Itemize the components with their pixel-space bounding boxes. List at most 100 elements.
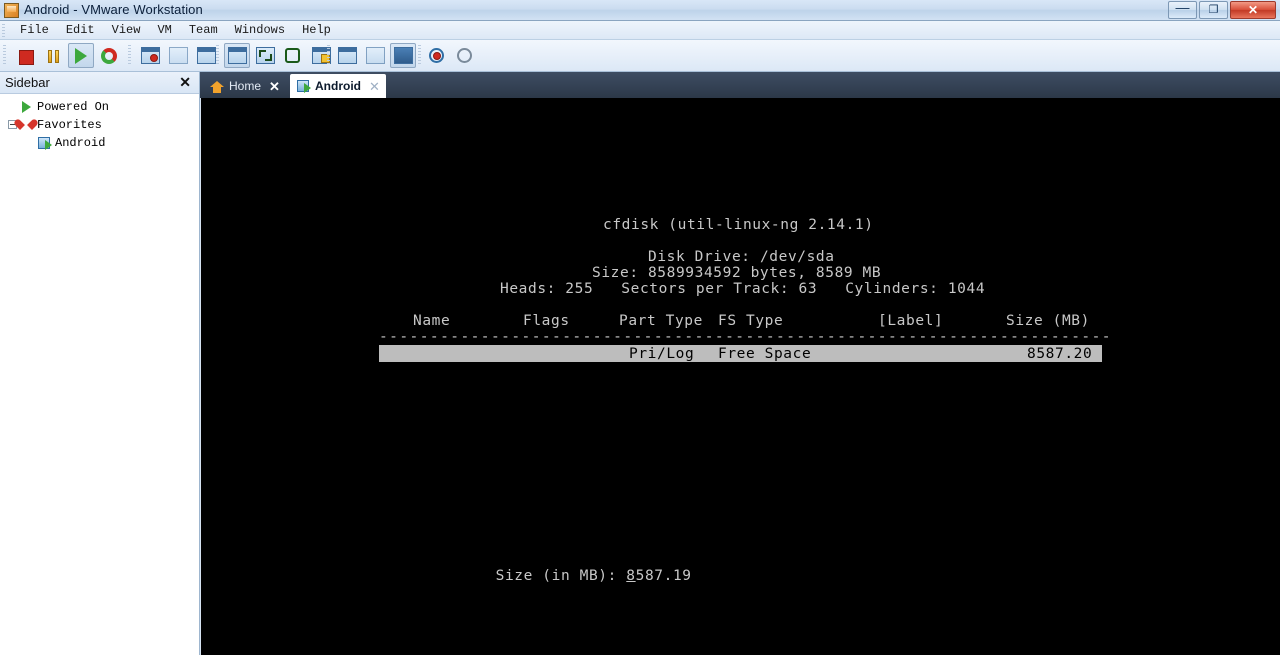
window-titlebar: Android - VMware Workstation — ❐ ✕ — [0, 0, 1280, 21]
column-header-size: Size (MB) — [1006, 313, 1090, 329]
snapshot-add-icon — [141, 47, 160, 64]
row-size: 8587.20 — [1027, 346, 1093, 362]
summary-view-button[interactable] — [362, 43, 388, 68]
tab-close-icon[interactable]: ✕ — [369, 80, 380, 93]
reset-icon — [101, 48, 117, 64]
sidebar-item-label: Android — [55, 136, 106, 150]
size-prompt-cursor[interactable]: 8 — [626, 568, 635, 584]
revert-snapshot-button[interactable] — [165, 43, 191, 68]
sidebar-title: Sidebar — [5, 75, 50, 90]
console-icon — [228, 47, 247, 64]
menu-item-file[interactable]: File — [12, 22, 58, 38]
tab-android[interactable]: Android ✕ — [290, 74, 386, 98]
tab-home[interactable]: Home ✕ — [204, 74, 286, 98]
menu-item-vm[interactable]: VM — [149, 22, 180, 38]
close-icon: ✕ — [1247, 3, 1259, 17]
home-icon — [209, 78, 225, 94]
take-snapshot-button[interactable] — [137, 43, 163, 68]
tab-close-icon[interactable]: ✕ — [269, 80, 280, 93]
column-header-label: [Label] — [878, 313, 944, 329]
toolbar-grip-2[interactable] — [128, 45, 131, 66]
window-controls: — ❐ ✕ — [1168, 0, 1276, 19]
window-title: Android - VMware Workstation — [24, 2, 203, 17]
sidebar-left-icon — [429, 48, 444, 63]
sidebar-item-android[interactable]: Android — [0, 134, 199, 152]
windows-icon — [394, 47, 413, 64]
menu-item-windows[interactable]: Windows — [227, 22, 294, 38]
show-sidebar-button[interactable] — [424, 43, 450, 68]
disk-size-line: Size: 8589934592 bytes, 8589 MB — [592, 265, 882, 281]
vm-settings-button[interactable] — [334, 43, 360, 68]
size-prompt: Size (in MB): 8587.19 — [421, 552, 692, 600]
tab-label: Android — [315, 79, 361, 93]
vm-tree: Powered On Favorites Android — [0, 94, 199, 152]
menu-item-view[interactable]: View — [104, 22, 150, 38]
toolbar-group-sidebar — [424, 43, 478, 68]
thumbnail-bar-icon — [457, 48, 472, 63]
fit-guest-icon — [256, 47, 275, 64]
fit-guest-button[interactable] — [252, 43, 278, 68]
red-heart-icon — [18, 117, 34, 133]
row-fs-type: Free Space — [718, 346, 812, 362]
sidebar-close-icon[interactable]: ✕ — [179, 74, 191, 90]
cfdisk-program-title: cfdisk (util-linux-ng 2.14.1) — [603, 217, 874, 233]
toolbar-group-snapshot — [137, 43, 219, 68]
vm-icon — [36, 135, 52, 151]
toolbar-group-view — [224, 43, 334, 68]
cfdisk-terminal: cfdisk (util-linux-ng 2.14.1) Disk Drive… — [201, 98, 1280, 655]
wrench-icon — [338, 47, 357, 64]
sidebar-header: Sidebar ✕ — [0, 72, 199, 94]
play-icon — [75, 48, 87, 64]
toolbar-grip-5[interactable] — [418, 45, 421, 66]
snapshot-revert-icon — [169, 47, 188, 64]
restore-icon: ❐ — [1208, 4, 1219, 16]
pause-icon — [47, 50, 60, 63]
vm-icon — [295, 78, 311, 94]
restore-button[interactable]: ❐ — [1199, 1, 1228, 19]
stop-icon — [19, 50, 34, 65]
vmware-icon — [4, 3, 19, 18]
column-header-name: Name — [413, 313, 451, 329]
table-separator: ----------------------------------------… — [379, 329, 1112, 345]
row-part-type: Pri/Log — [629, 346, 695, 362]
toolbar-grip-1[interactable] — [3, 45, 6, 66]
summary-icon — [366, 47, 385, 64]
minimize-button[interactable]: — — [1168, 0, 1197, 19]
menu-item-team[interactable]: Team — [181, 22, 227, 38]
menu-item-edit[interactable]: Edit — [58, 22, 104, 38]
power-off-button[interactable] — [12, 43, 38, 68]
sidebar-item-favorites[interactable]: Favorites — [0, 116, 199, 134]
toolbar-grip-3[interactable] — [216, 45, 219, 66]
main-toolbar — [0, 40, 1280, 72]
sidebar-item-powered-on[interactable]: Powered On — [0, 98, 199, 116]
fullscreen-icon — [285, 48, 300, 63]
close-button[interactable]: ✕ — [1230, 1, 1276, 19]
menubar-grip[interactable] — [2, 24, 5, 37]
multiple-windows-button[interactable] — [390, 43, 416, 68]
menu-item-help[interactable]: Help — [294, 22, 340, 38]
column-header-flags: Flags — [523, 313, 570, 329]
power-on-button[interactable] — [68, 43, 94, 68]
size-prompt-value[interactable]: 587.19 — [636, 568, 692, 584]
size-prompt-label: Size (in MB): — [495, 568, 617, 584]
vmware-workstation-window: Android - VMware Workstation — ❐ ✕ File … — [0, 0, 1280, 655]
snapshot-manager-icon — [197, 47, 216, 64]
show-thumbnails-button[interactable] — [452, 43, 478, 68]
suspend-button[interactable] — [40, 43, 66, 68]
toolbar-grip-4[interactable] — [327, 45, 330, 66]
sidebar-item-label: Favorites — [37, 118, 102, 132]
table-row[interactable]: Pri/Log Free Space 8587.20 — [379, 345, 1102, 362]
unity-button[interactable] — [308, 43, 334, 68]
fullscreen-button[interactable] — [280, 43, 306, 68]
minimize-icon: — — [1175, 0, 1190, 15]
vm-console-screen[interactable]: cfdisk (util-linux-ng 2.14.1) Disk Drive… — [201, 98, 1280, 655]
menu-bar: File Edit View VM Team Windows Help — [0, 21, 1280, 40]
green-play-icon — [18, 99, 34, 115]
reset-button[interactable] — [96, 43, 122, 68]
tab-strip: Home ✕ Android ✕ — [200, 72, 1280, 98]
sidebar-panel: Sidebar ✕ Powered On Favorites Android — [0, 72, 200, 655]
console-view-button[interactable] — [224, 43, 250, 68]
disk-drive-line: Disk Drive: /dev/sda — [648, 249, 835, 265]
menu-item-list: File Edit View VM Team Windows Help — [12, 21, 340, 39]
column-header-part-type: Part Type — [619, 313, 703, 329]
